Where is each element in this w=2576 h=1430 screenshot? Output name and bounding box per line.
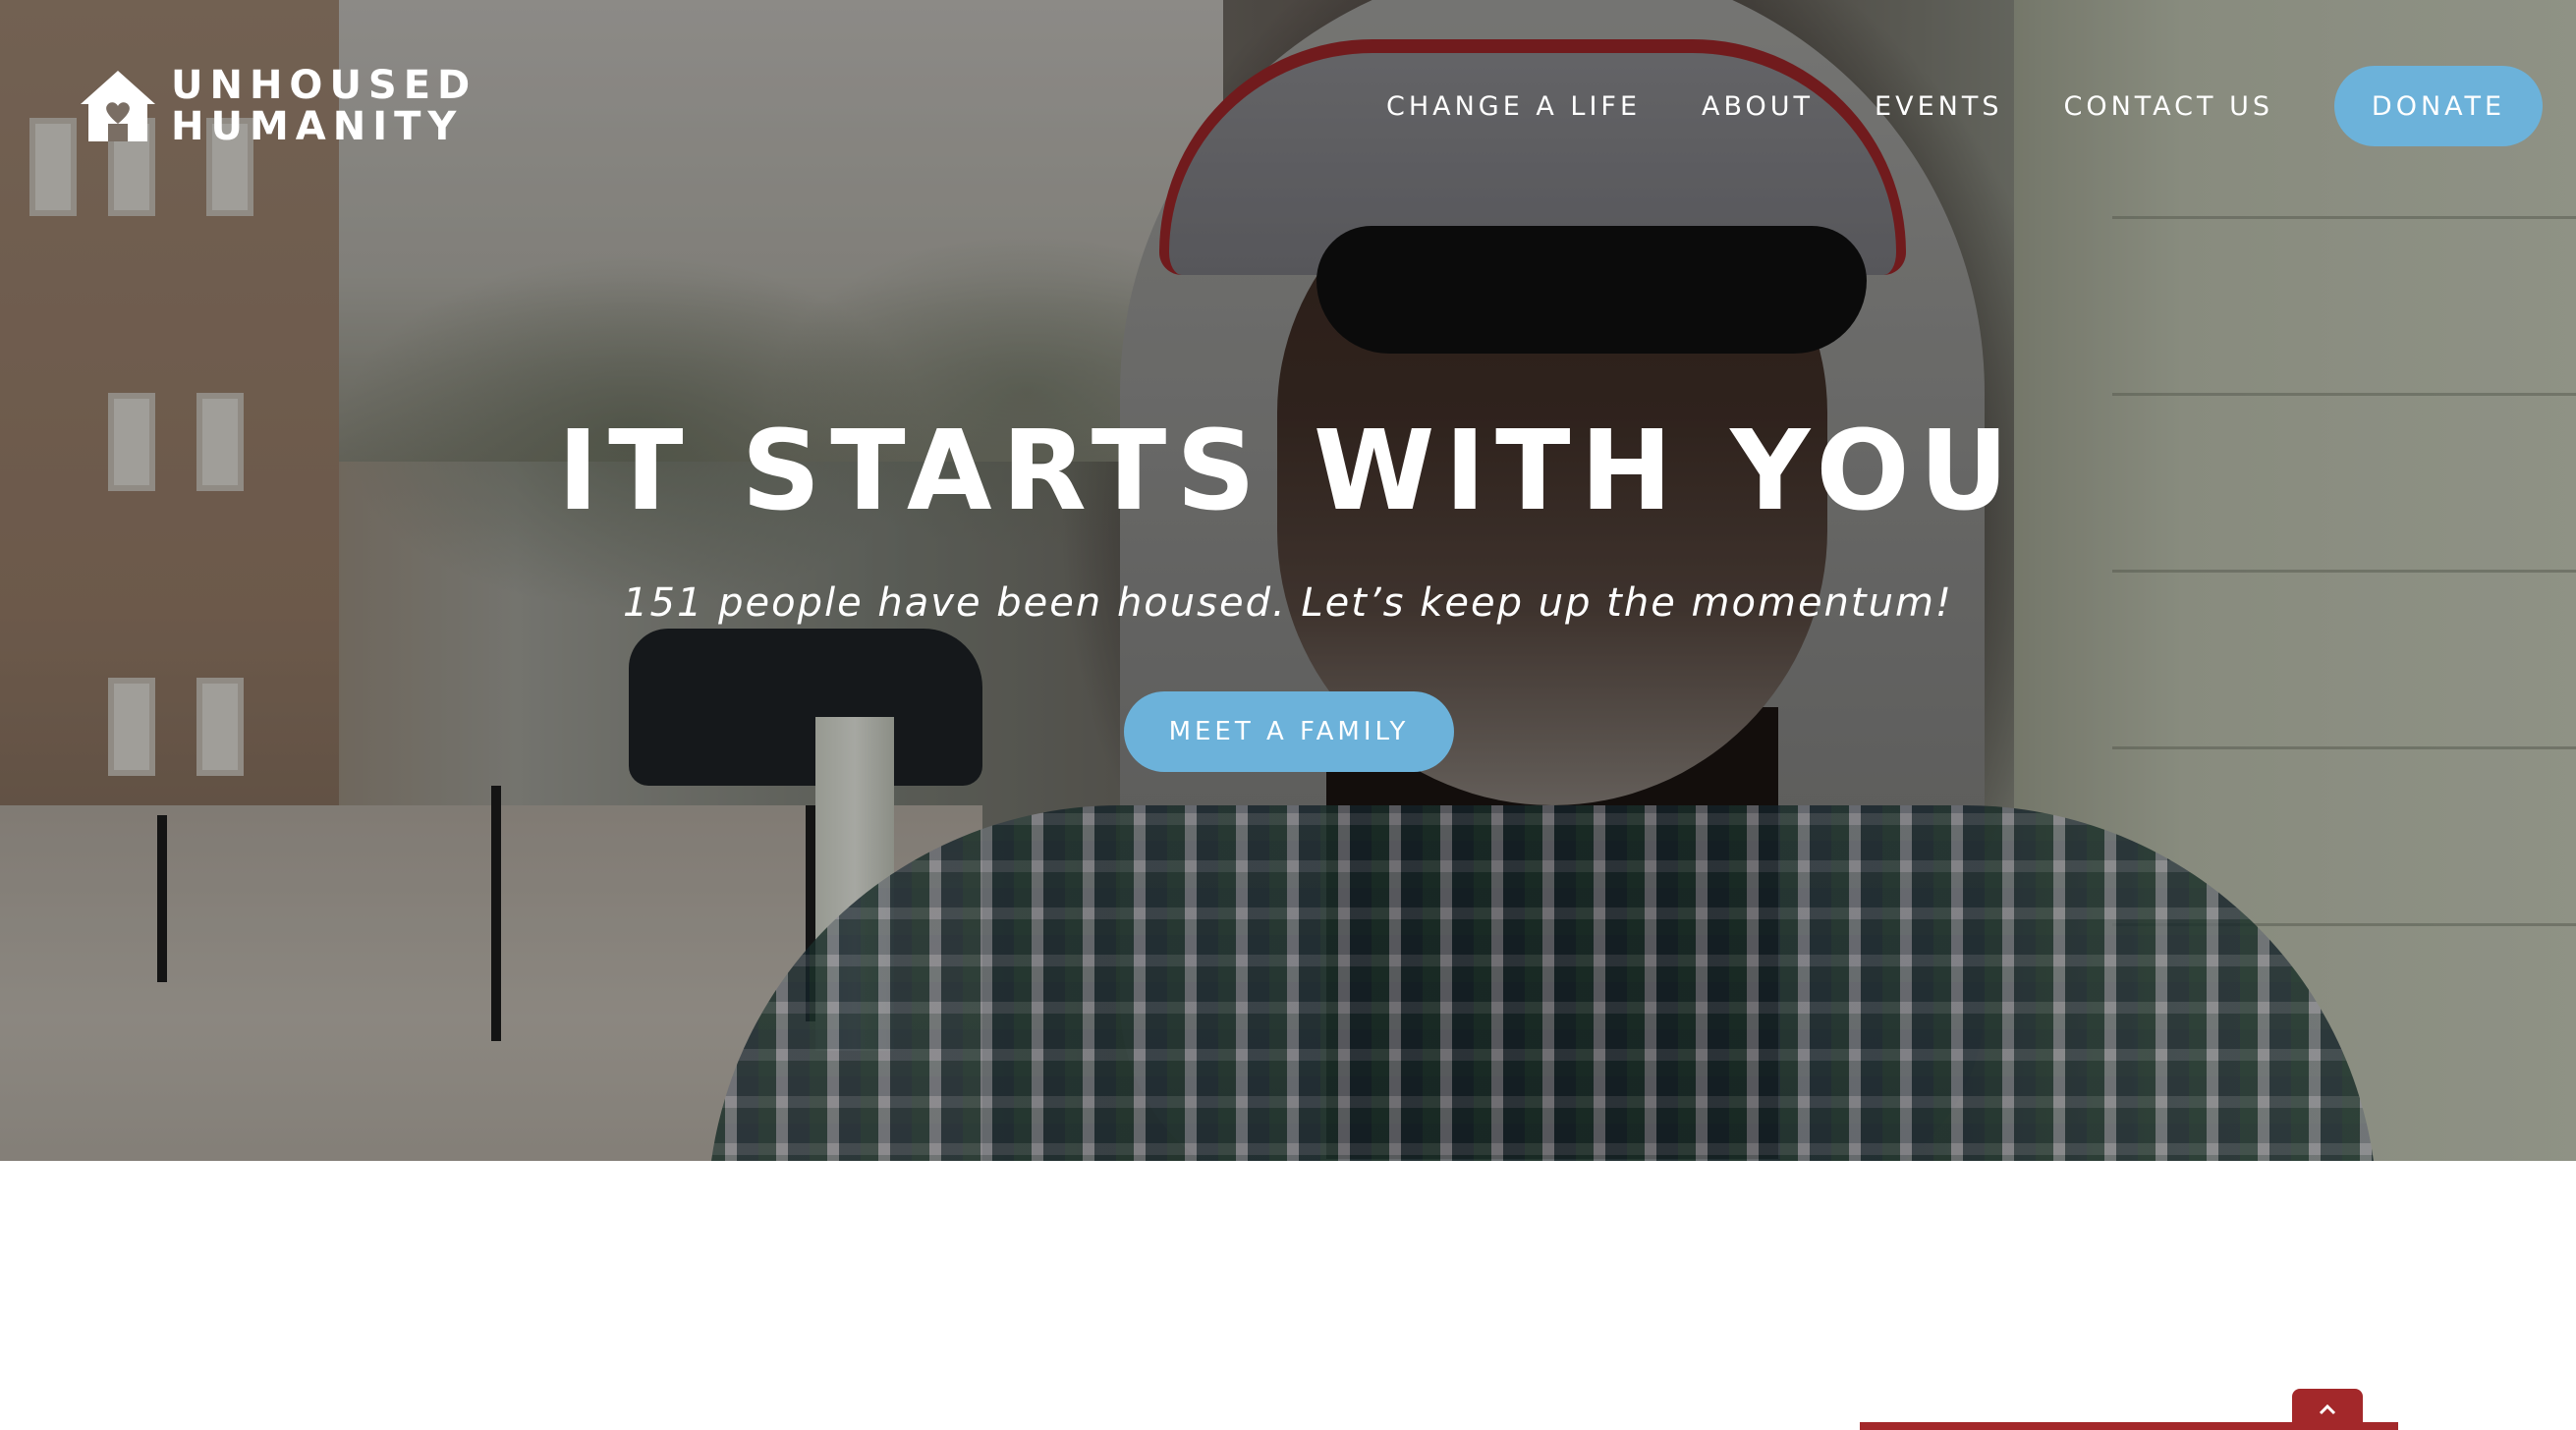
nav-item-change-a-life[interactable]: CHANGE A LIFE [1386, 91, 1641, 122]
nav-item-about[interactable]: ABOUT [1702, 91, 1814, 122]
hero-title: IT STARTS WITH YOU [557, 408, 2019, 535]
house-heart-icon [81, 71, 155, 141]
hero-section: UNHOUSED HUMANITY CHANGE A LIFE ABOUT EV… [0, 0, 2576, 1161]
nav-item-contact-us[interactable]: CONTACT US [2063, 91, 2273, 122]
hero-subtitle: 151 people have been housed. Let’s keep … [623, 580, 1953, 626]
chevron-up-icon [2319, 1403, 2336, 1415]
meet-a-family-button[interactable]: MEET A FAMILY [1124, 691, 1454, 772]
logo-line-2: HUMANITY [171, 104, 464, 149]
donate-button[interactable]: DONATE [2334, 66, 2543, 146]
logo-line-1: UNHOUSED [171, 63, 477, 108]
main-nav: CHANGE A LIFE ABOUT EVENTS CONTACT US DO… [1386, 65, 2543, 147]
logo-text: UNHOUSED HUMANITY [171, 65, 476, 147]
scroll-to-top-button[interactable] [2292, 1389, 2363, 1430]
site-logo[interactable]: UNHOUSED HUMANITY [77, 65, 476, 147]
nav-item-events[interactable]: EVENTS [1875, 91, 2002, 122]
